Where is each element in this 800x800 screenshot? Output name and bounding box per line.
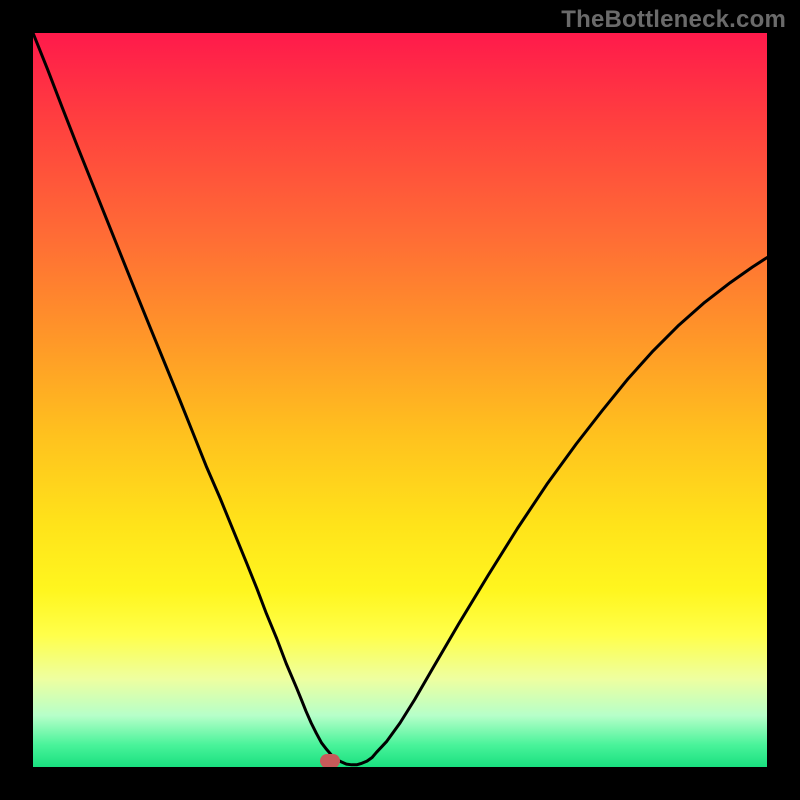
- curve-svg: [33, 33, 767, 767]
- optimum-marker: [320, 754, 340, 767]
- bottleneck-curve: [33, 33, 767, 765]
- plot-area: [33, 33, 767, 767]
- watermark-text: TheBottleneck.com: [561, 6, 786, 34]
- chart-frame: TheBottleneck.com: [0, 0, 800, 800]
